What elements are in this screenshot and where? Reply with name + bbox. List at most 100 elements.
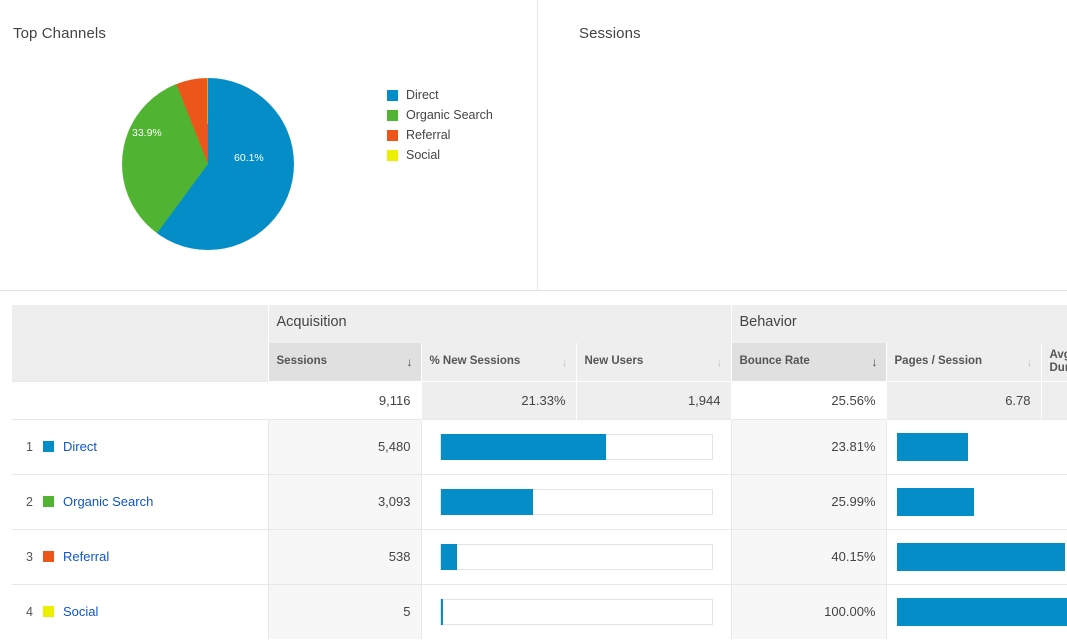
cell-bounce-rate: 25.99% xyxy=(731,474,886,529)
sort-down-icon[interactable]: ↓ xyxy=(717,355,723,369)
channel-color-swatch-icon xyxy=(43,441,54,452)
table-group-header-blank xyxy=(12,305,268,343)
sort-down-icon[interactable]: ↓ xyxy=(407,355,413,369)
bar-fill xyxy=(897,598,1067,626)
column-header-label: Pages / Session xyxy=(895,355,983,368)
channel-color-swatch-icon xyxy=(43,606,54,617)
table-row[interactable]: 4 Social 5 100.00% xyxy=(12,584,1067,639)
totals-pages-per-session: 6.78 xyxy=(886,381,1041,419)
top-channels-pie-chart[interactable]: 60.1% 33.9% xyxy=(122,78,294,250)
row-rank: 4 xyxy=(26,605,42,619)
table-group-header-acquisition: Acquisition xyxy=(268,305,731,343)
row-rank: 3 xyxy=(26,550,42,564)
sort-down-icon[interactable]: ↓ xyxy=(1027,355,1033,369)
totals-sessions: 9,116 xyxy=(268,381,421,419)
table-group-header-row: AcquisitionBehavior xyxy=(12,305,1067,343)
totals-avg-session-duration xyxy=(1041,381,1067,419)
cell-channel: 1 Direct xyxy=(12,419,268,474)
cell-new-users-bar xyxy=(421,584,731,639)
table-column-header-pages-session[interactable]: Pages / Session ↓ xyxy=(886,343,1041,381)
cell-new-users-bar xyxy=(421,419,731,474)
channel-link[interactable]: Direct xyxy=(63,439,97,454)
top-channels-legend: Direct Organic Search Referral Social xyxy=(387,85,493,165)
dashboard-panels: Top Channels 60.1% 33.9% Direct Organic S… xyxy=(0,0,1067,291)
table-totals-row: 9,11621.33%1,94425.56%6.78 xyxy=(12,381,1067,419)
channels-table: AcquisitionBehavior Sessions↓% New Sessi… xyxy=(12,305,1067,639)
cell-pages-per-session-bar xyxy=(886,584,1067,639)
row-rank: 2 xyxy=(26,495,42,509)
bar-track xyxy=(440,599,713,625)
channel-color-swatch-icon xyxy=(43,551,54,562)
cell-new-users-bar xyxy=(421,474,731,529)
top-channels-title: Top Channels xyxy=(13,25,106,42)
channel-link[interactable]: Social xyxy=(63,604,98,619)
cell-sessions: 5 xyxy=(268,584,421,639)
channel-link[interactable]: Referral xyxy=(63,549,109,564)
totals-label-blank xyxy=(12,381,268,419)
cell-channel: 3 Referral xyxy=(12,529,268,584)
sort-down-icon[interactable]: ↓ xyxy=(562,355,568,369)
bar-fill xyxy=(441,544,457,570)
sort-down-icon[interactable]: ↓ xyxy=(872,355,878,369)
legend-swatch-icon xyxy=(387,130,398,141)
sessions-panel: Sessions Sessions 200400Jun 15Jun 22Jun … xyxy=(539,0,1067,290)
cell-bounce-rate: 23.81% xyxy=(731,419,886,474)
sessions-title: Sessions xyxy=(579,25,641,42)
channel-link[interactable]: Organic Search xyxy=(63,494,153,509)
legend-swatch-icon xyxy=(387,90,398,101)
cell-channel: 2 Organic Search xyxy=(12,474,268,529)
bar-track xyxy=(897,544,1067,570)
cell-pages-per-session-bar xyxy=(886,419,1067,474)
table-group-header-behavior: Behavior xyxy=(731,305,1067,343)
totals-pct-new-sessions: 21.33% xyxy=(421,381,576,419)
table-column-header-new-sessions[interactable]: % New Sessions ↓ xyxy=(421,343,576,381)
bar-fill xyxy=(441,599,443,625)
bar-track xyxy=(897,599,1067,625)
cell-sessions: 538 xyxy=(268,529,421,584)
table-head: AcquisitionBehavior Sessions↓% New Sessi… xyxy=(12,305,1067,381)
table-row[interactable]: 1 Direct 5,480 23.81% xyxy=(12,419,1067,474)
bar-track xyxy=(440,489,713,515)
column-header-label: % New Sessions xyxy=(430,355,521,368)
legend-item-social[interactable]: Social xyxy=(387,145,493,165)
cell-bounce-rate: 100.00% xyxy=(731,584,886,639)
column-header-label: Sessions xyxy=(277,355,328,368)
table-column-header-sessions[interactable]: Sessions ↓ xyxy=(268,343,421,381)
legend-item-label: Social xyxy=(406,149,440,162)
top-channels-panel: Top Channels 60.1% 33.9% Direct Organic S… xyxy=(0,0,538,290)
pie-disc xyxy=(122,78,294,250)
legend-item-referral[interactable]: Referral xyxy=(387,125,493,145)
legend-item-label: Organic Search xyxy=(406,109,493,122)
legend-item-direct[interactable]: Direct xyxy=(387,85,493,105)
bar-fill xyxy=(897,433,969,461)
column-header-label: Bounce Rate xyxy=(740,355,810,368)
cell-new-users-bar xyxy=(421,529,731,584)
cell-channel: 4 Social xyxy=(12,584,268,639)
legend-item-label: Referral xyxy=(406,129,450,142)
legend-swatch-icon xyxy=(387,110,398,121)
legend-item-label: Direct xyxy=(406,89,439,102)
cell-sessions: 5,480 xyxy=(268,419,421,474)
legend-swatch-icon xyxy=(387,150,398,161)
table-column-header-bounce-rate[interactable]: Bounce Rate ↓ xyxy=(731,343,886,381)
table-column-header-new-users[interactable]: New Users ↓ xyxy=(576,343,731,381)
legend-item-organic-search[interactable]: Organic Search xyxy=(387,105,493,125)
table-body: 9,11621.33%1,94425.56%6.781Direct5,48023… xyxy=(12,381,1067,639)
column-header-label: Avg. SessionDuration xyxy=(1050,349,1067,375)
column-header-label: New Users xyxy=(585,355,644,368)
row-rank: 1 xyxy=(26,440,42,454)
channel-color-swatch-icon xyxy=(43,496,54,507)
table-column-header-blank xyxy=(12,343,268,381)
bar-track xyxy=(440,544,713,570)
cell-bounce-rate: 40.15% xyxy=(731,529,886,584)
table-row[interactable]: 2Organic Search3,09325.99% xyxy=(12,474,1067,529)
cell-pages-per-session-bar xyxy=(886,529,1067,584)
channels-table-container: AcquisitionBehavior Sessions↓% New Sessi… xyxy=(0,291,1067,644)
bar-fill xyxy=(897,488,974,516)
bar-track xyxy=(440,434,713,460)
bar-track xyxy=(897,434,1067,460)
totals-new-users: 1,944 xyxy=(576,381,731,419)
table-column-header-avg-session-duration[interactable]: Avg. SessionDuration xyxy=(1041,343,1067,381)
table-row[interactable]: 3 Referral 538 40.15% xyxy=(12,529,1067,584)
bar-fill xyxy=(441,489,533,515)
